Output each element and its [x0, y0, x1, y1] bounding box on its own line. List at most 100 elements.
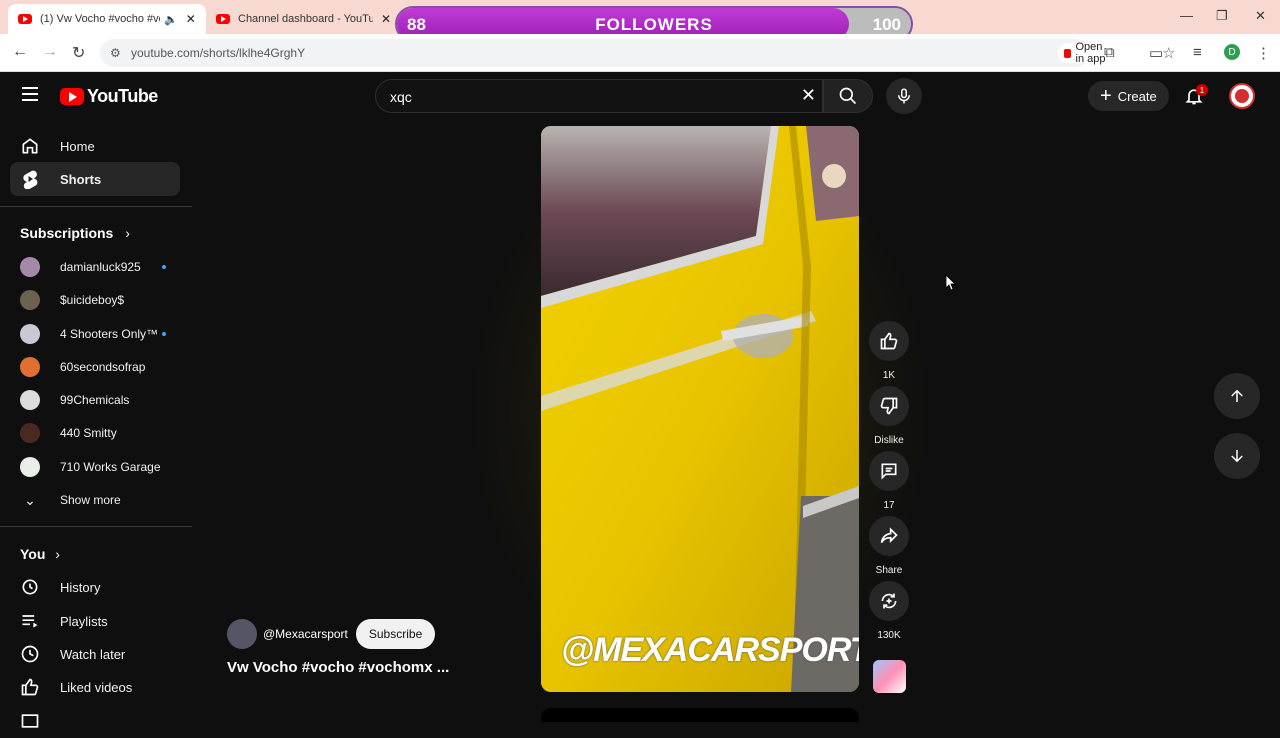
comment-icon	[881, 463, 897, 480]
history-icon	[20, 577, 40, 597]
sidebar-subscription[interactable]: 440 Smitty	[20, 419, 180, 447]
channel-avatar	[20, 324, 40, 344]
channel-handle[interactable]: @Mexacarsport	[263, 627, 348, 641]
sidebar-item-history[interactable]: History	[10, 570, 180, 604]
youtube-app-icon	[1064, 48, 1071, 58]
sidebar-item-shorts[interactable]: Shorts	[10, 162, 180, 196]
channel-avatar	[20, 423, 40, 443]
search-query: xqc	[390, 89, 412, 105]
sidebar-subscription[interactable]: 710 Works Garage	[20, 453, 180, 481]
video-title[interactable]: Vw Vocho #vocho #vochomx ...	[227, 659, 449, 676]
tab-channel-dashboard[interactable]: Channel dashboard - YouTube S ✕	[206, 4, 401, 34]
subscribe-button[interactable]: Subscribe	[355, 619, 436, 649]
minimize-icon[interactable]: —	[1180, 8, 1193, 23]
sidebar-item-liked-videos[interactable]: Liked videos	[10, 670, 180, 704]
channel-name: $uicideboy$	[60, 293, 125, 307]
microphone-icon	[898, 88, 910, 104]
close-window-icon[interactable]: ✕	[1255, 8, 1266, 24]
clear-search-icon[interactable]: ✕	[801, 85, 816, 106]
restore-icon[interactable]: ❐	[1216, 8, 1228, 24]
remix-action: 130K	[869, 581, 909, 641]
channel-avatar[interactable]	[227, 619, 257, 649]
youtube-logo-text: YouTube	[87, 86, 158, 106]
liked-videos-icon	[20, 677, 40, 697]
reload-icon[interactable]: ↻	[72, 43, 85, 63]
sidebar-divider	[0, 206, 192, 207]
plus-icon: +	[1100, 85, 1112, 107]
sidebar-item-watch-later[interactable]: Watch later	[10, 637, 180, 671]
chevron-down-icon: ⌄	[24, 491, 36, 508]
sidebar-subscription[interactable]: $uicideboy$	[20, 286, 180, 314]
comments-button[interactable]	[869, 451, 909, 491]
sidebar-item-your-videos[interactable]	[10, 704, 180, 738]
shorts-video-player[interactable]: @MEXACARSPORT	[541, 126, 859, 692]
sidebar-item-label: Watch later	[60, 646, 126, 662]
sidebar-subscription[interactable]: damianluck925	[20, 253, 180, 281]
show-more-button[interactable]: ⌄ Show more	[20, 486, 180, 514]
sidebar-subscription[interactable]: 99Chemicals	[20, 386, 180, 414]
channel-avatar	[20, 457, 40, 477]
share-button[interactable]	[869, 516, 909, 556]
share-icon	[880, 527, 898, 544]
like-button[interactable]	[869, 321, 909, 361]
sidebar-item-playlists[interactable]: Playlists	[10, 604, 180, 638]
voice-search-button[interactable]	[886, 78, 922, 114]
channel-name: damianluck925	[60, 260, 141, 274]
channel-avatar	[20, 357, 40, 377]
your-videos-icon	[20, 711, 40, 731]
chevron-right-icon: ›	[55, 546, 60, 562]
new-content-dot	[162, 265, 166, 269]
channel-avatar	[20, 257, 40, 277]
speaker-icon[interactable]: 🔈	[164, 13, 178, 26]
tab-shorts-video[interactable]: (1) Vw Vocho #vocho #voch 🔈 ✕	[8, 4, 206, 34]
close-tab-icon[interactable]: ✕	[186, 12, 196, 26]
channel-name: 99Chemicals	[60, 393, 130, 407]
account-avatar[interactable]	[1229, 83, 1255, 109]
playlists-icon	[20, 611, 40, 631]
sidebar-subscription[interactable]: 60secondsofrap	[20, 353, 180, 381]
subscriptions-heading[interactable]: Subscriptions ›	[20, 225, 130, 241]
mouse-cursor-icon	[946, 275, 956, 291]
forward-icon[interactable]: →	[42, 43, 58, 61]
dislike-button[interactable]	[869, 386, 909, 426]
channel-name: 60secondsofrap	[60, 360, 146, 374]
browser-menu-icon[interactable]: ⋮	[1256, 44, 1271, 62]
guide-sidebar: Home Shorts Subscriptions › damianluck92…	[0, 120, 192, 728]
notification-badge: 1	[1196, 84, 1208, 96]
guide-menu-icon[interactable]	[22, 87, 38, 105]
extensions-icon[interactable]: ⧉	[1104, 44, 1115, 61]
sidebar-item-home[interactable]: Home	[10, 129, 180, 163]
followers-current: 88	[407, 15, 426, 34]
sidebar-item-label: Playlists	[60, 613, 108, 629]
back-icon[interactable]: ←	[12, 43, 28, 61]
close-tab-icon[interactable]: ✕	[381, 12, 391, 26]
search-button[interactable]	[823, 79, 873, 113]
create-label: Create	[1117, 88, 1157, 104]
comments-count: 17	[883, 500, 895, 511]
youtube-logo[interactable]: YouTube	[60, 86, 158, 107]
browser-profile-avatar[interactable]: D	[1224, 44, 1240, 60]
url-field[interactable]: ⚙ youtube.com/shorts/lklhe4GrghY Open in…	[100, 39, 1175, 67]
sidebar-subscription[interactable]: 4 Shooters Only™	[20, 320, 180, 348]
bookmark-star-icon[interactable]: ☆	[1162, 44, 1175, 62]
youtube-favicon-icon	[216, 14, 230, 24]
dislike-action: Dislike	[869, 386, 909, 446]
sound-thumbnail[interactable]	[873, 660, 906, 693]
site-info-icon[interactable]: ⚙	[110, 46, 121, 60]
tab-title: (1) Vw Vocho #vocho #voch	[40, 13, 160, 25]
search-input[interactable]: xqc ✕	[375, 79, 823, 113]
previous-short-button[interactable]	[1214, 373, 1260, 419]
sidebar-item-label: History	[60, 579, 101, 595]
dislike-label: Dislike	[874, 435, 904, 446]
next-short-button[interactable]	[1214, 433, 1260, 479]
channel-avatar	[20, 290, 40, 310]
you-heading[interactable]: You ›	[20, 546, 60, 562]
channel-name: 4 Shooters Only™	[60, 327, 159, 341]
cast-icon[interactable]: ▭	[1149, 44, 1163, 62]
create-button[interactable]: + Create	[1088, 81, 1169, 111]
channel-info: @Mexacarsport Subscribe	[227, 619, 436, 649]
media-controls-icon[interactable]: ≡	[1193, 44, 1202, 61]
channel-avatar	[20, 390, 40, 410]
remix-button[interactable]	[869, 581, 909, 621]
remix-count: 130K	[877, 630, 901, 641]
